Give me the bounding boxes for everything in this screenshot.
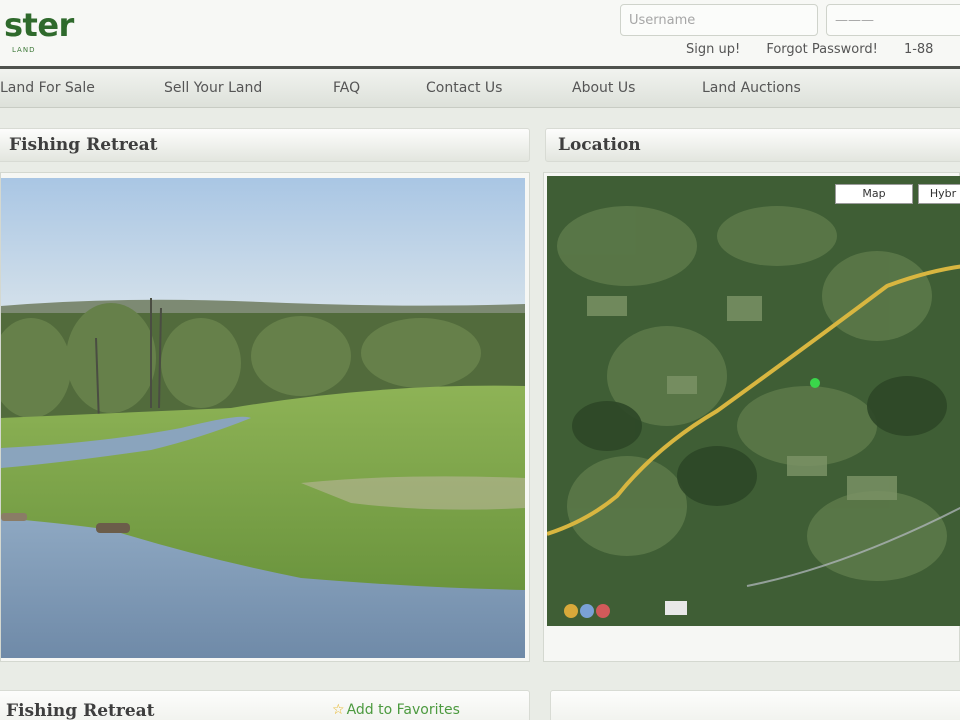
map-type-button[interactable]: Map — [835, 184, 913, 204]
nav-land-for-sale[interactable]: Land For Sale — [0, 80, 95, 96]
forgot-password-link[interactable]: Forgot Password! — [766, 42, 877, 57]
site-logo[interactable]: ster — [4, 6, 74, 44]
phone-number: 1-88 — [903, 42, 934, 57]
signup-link[interactable]: Sign up! — [686, 42, 740, 57]
listing-photo-frame — [0, 172, 530, 662]
hybrid-type-button[interactable]: Hybr — [918, 184, 960, 204]
star-icon: ☆ — [332, 702, 345, 718]
username-input[interactable] — [620, 4, 818, 36]
nav-about-us[interactable]: About Us — [572, 80, 635, 96]
nav-faq[interactable]: FAQ — [333, 80, 360, 96]
nav-sell-your-land[interactable]: Sell Your Land — [164, 80, 262, 96]
add-to-favorites-link[interactable]: ☆ Add to Favorites — [332, 702, 460, 718]
map-marker[interactable] — [810, 378, 820, 388]
satellite-map[interactable] — [547, 176, 960, 626]
contact-panel — [550, 690, 960, 720]
map-pan-controls[interactable] — [564, 604, 610, 618]
location-title-bar: Location — [545, 128, 960, 162]
nav-land-auctions[interactable]: Land Auctions — [702, 80, 801, 96]
main-nav: Land For Sale Sell Your Land FAQ Contact… — [0, 66, 960, 108]
add-to-favorites-label: Add to Favorites — [346, 702, 460, 718]
header-links: Sign up! Forgot Password! 1-88 — [686, 42, 933, 57]
password-input[interactable] — [826, 4, 960, 36]
road-shield-icon — [665, 601, 687, 615]
logo-tagline: LAND — [12, 46, 36, 54]
listing-photo[interactable] — [1, 178, 525, 658]
listing-details-title: Fishing Retreat — [6, 701, 155, 720]
listing-title: Fishing Retreat — [9, 135, 158, 155]
listing-title-bar: Fishing Retreat — [0, 128, 530, 162]
location-title: Location — [558, 135, 641, 155]
nav-contact-us[interactable]: Contact Us — [426, 80, 502, 96]
site-header: ster LAND Sign up! Forgot Password! 1-88 — [0, 0, 960, 66]
location-map-frame — [543, 172, 960, 662]
